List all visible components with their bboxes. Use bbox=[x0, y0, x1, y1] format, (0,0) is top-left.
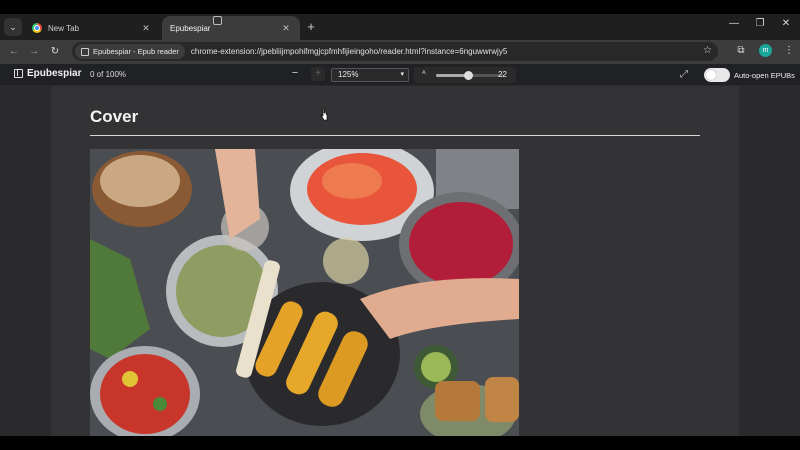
font-size-value: 22 bbox=[498, 70, 507, 79]
toolbar-right: ⧉ m ⋮ bbox=[735, 44, 794, 57]
letterbox-bottom bbox=[0, 436, 800, 450]
mouse-cursor-icon bbox=[320, 108, 328, 121]
slider-handle[interactable] bbox=[463, 71, 473, 80]
chevron-down-icon: ▾ bbox=[400, 71, 404, 78]
restore-icon[interactable]: ❐ bbox=[754, 18, 766, 29]
site-chip-label: Epubespiar - Epub reader bbox=[93, 47, 179, 56]
page-icon bbox=[213, 16, 222, 25]
zoom-select[interactable]: 125% ▾ bbox=[331, 68, 409, 82]
close-icon[interactable]: ✕ bbox=[280, 23, 292, 34]
tab-title: Epubespiar bbox=[170, 23, 211, 33]
back-arrow-icon[interactable]: ← bbox=[6, 44, 22, 60]
reload-icon[interactable]: ↻ bbox=[47, 44, 63, 60]
extensions-puzzle-icon[interactable]: ⧉ bbox=[735, 45, 747, 56]
tab-strip: ⌄ New Tab ✕ Epubespiar ✕ + — ❐ ✕ bbox=[0, 14, 800, 40]
new-tab-plus-icon[interactable]: + bbox=[304, 19, 318, 35]
reading-progress: 0 of 100% bbox=[90, 70, 127, 79]
font-size-slider[interactable] bbox=[436, 71, 504, 80]
chapter-divider bbox=[90, 135, 700, 136]
zoom-out-button[interactable]: − bbox=[288, 67, 302, 79]
chrome-icon bbox=[32, 23, 42, 33]
letterbox-top bbox=[0, 0, 800, 14]
bookmark-star-icon[interactable]: ☆ bbox=[703, 45, 712, 56]
forward-arrow-icon[interactable]: → bbox=[26, 44, 42, 60]
tab-title: New Tab bbox=[48, 23, 79, 33]
site-info-chip[interactable]: Epubespiar - Epub reader bbox=[75, 44, 185, 59]
book-page: Cover bbox=[51, 86, 739, 436]
url-text[interactable]: chrome-extension://jpebliijmpohifmgjcpfm… bbox=[191, 47, 718, 56]
more-menu-icon[interactable]: ⋮ bbox=[784, 45, 794, 56]
minimize-icon[interactable]: — bbox=[728, 18, 740, 29]
zoom-in-button[interactable]: + bbox=[311, 67, 325, 81]
window-controls: — ❐ ✕ bbox=[728, 18, 792, 29]
font-size-icon: ᴬ bbox=[422, 69, 426, 78]
address-bar[interactable]: Epubespiar - Epub reader chrome-extensio… bbox=[72, 42, 718, 61]
fullscreen-icon[interactable]: ⤢ bbox=[680, 69, 688, 80]
tab-new-tab[interactable]: New Tab ✕ bbox=[24, 16, 160, 40]
window-close-icon[interactable]: ✕ bbox=[780, 18, 792, 29]
reader-content: Cover bbox=[0, 86, 800, 436]
auto-open-label: Auto-open EPUBs bbox=[734, 71, 795, 80]
brand-name: Epubespiar bbox=[27, 68, 82, 79]
auto-open-toggle[interactable] bbox=[704, 68, 730, 82]
extension-page-icon bbox=[81, 47, 89, 56]
zoom-value: 125% bbox=[338, 70, 359, 79]
browser-toolbar: ← → ↻ Epubespiar - Epub reader chrome-ex… bbox=[0, 40, 800, 64]
cover-image bbox=[90, 149, 519, 436]
reader-header: Epubespiar 0 of 100% − + 125% ▾ ᴬ 22 ⤢ A… bbox=[0, 64, 800, 86]
cover-food-illustration bbox=[90, 149, 519, 436]
chapter-title: Cover bbox=[90, 107, 139, 126]
profile-avatar[interactable]: m bbox=[759, 44, 772, 57]
close-icon[interactable]: ✕ bbox=[140, 23, 152, 34]
book-icon bbox=[14, 69, 23, 78]
tab-epubespiar[interactable]: Epubespiar ✕ bbox=[162, 16, 300, 40]
brand: Epubespiar bbox=[14, 68, 81, 79]
font-size-control: ᴬ 22 bbox=[414, 67, 516, 83]
tab-search-chevron-icon[interactable]: ⌄ bbox=[4, 18, 22, 36]
